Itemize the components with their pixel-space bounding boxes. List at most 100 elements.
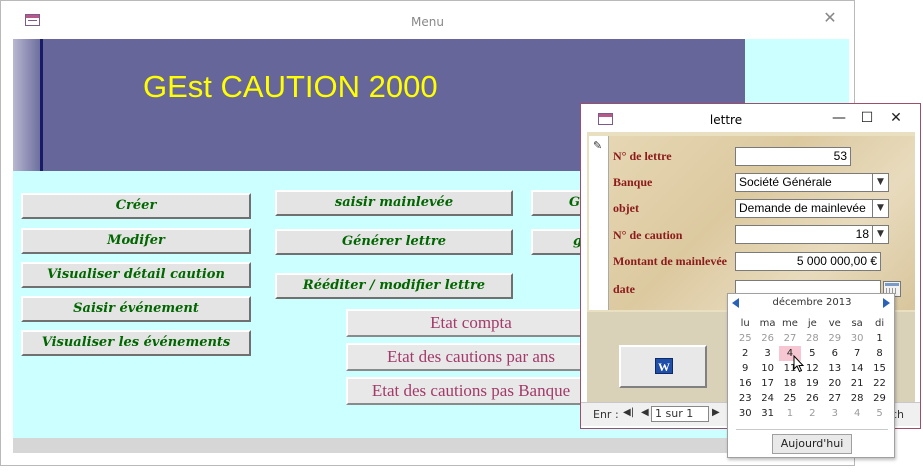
word-icon: W: [655, 358, 673, 374]
calendar-day[interactable]: 3: [756, 346, 778, 361]
calendar-day[interactable]: 16: [734, 376, 756, 391]
weekday-header-row: lu ma me je ve sa di: [734, 316, 891, 331]
calendar-day[interactable]: 28: [846, 391, 868, 406]
weekday-label: di: [874, 318, 885, 329]
numero-caution-label: N° de caution: [613, 228, 683, 242]
calendar-day[interactable]: 30: [846, 331, 868, 346]
detail-section: N° de lettre 53 Banque Société Générale …: [609, 136, 915, 310]
date-picker-popup: décembre 2013 lu ma me je ve sa di 25 26…: [727, 293, 895, 458]
calendar-day[interactable]: 8: [868, 346, 890, 361]
word-export-button[interactable]: W: [619, 345, 707, 388]
today-button[interactable]: Aujourd'hui: [772, 434, 852, 454]
week-row: 9 10 11 12 13 14 15: [734, 361, 891, 376]
next-record-icon[interactable]: ▶: [712, 407, 720, 418]
week-row: 2 3 4 5 6 7 8: [734, 346, 891, 361]
calendar-grid: lu ma me je ve sa di 25 26 27 28 29 30 1…: [734, 316, 891, 421]
calendar-day[interactable]: 31: [756, 406, 778, 421]
calendar-day[interactable]: 2: [734, 346, 756, 361]
calendar-day[interactable]: 27: [824, 391, 846, 406]
calendar-day[interactable]: 19: [801, 376, 823, 391]
weekday-label: lu: [740, 318, 750, 329]
calendar-day[interactable]: 27: [779, 331, 801, 346]
banque-label: Banque: [613, 175, 653, 189]
mouse-cursor-icon: [793, 355, 805, 373]
first-record-icon[interactable]: ◀|: [623, 407, 634, 418]
montant-label: Montant de mainlevée: [613, 254, 727, 268]
montant-field[interactable]: 5 000 000,00 €: [735, 252, 881, 271]
calendar-day[interactable]: 15: [868, 361, 890, 376]
calendar-day[interactable]: 5: [868, 406, 890, 421]
maximize-icon[interactable]: ☐: [857, 108, 877, 128]
calendar-day[interactable]: 13: [824, 361, 846, 376]
weekday-label: ma: [759, 318, 776, 329]
creer-button[interactable]: Créer: [21, 193, 251, 219]
calendar-day[interactable]: 2: [801, 406, 823, 421]
etat-cautions-par-banque-button[interactable]: Etat des cautions pas Banque: [346, 377, 596, 405]
visualiser-detail-caution-button[interactable]: Visualiser détail caution: [21, 262, 251, 288]
calendar-day[interactable]: 25: [779, 391, 801, 406]
previous-record-icon[interactable]: ◀: [641, 407, 649, 418]
calendar-day[interactable]: 23: [734, 391, 756, 406]
calendar-day[interactable]: 30: [734, 406, 756, 421]
generer-lettre-button[interactable]: Générer lettre: [275, 229, 513, 255]
calendar-day[interactable]: 22: [868, 376, 890, 391]
minimize-icon[interactable]: —: [829, 108, 849, 128]
calendar-day[interactable]: 26: [801, 391, 823, 406]
menu-titlebar[interactable]: Menu ✕: [1, 1, 854, 37]
etat-cautions-par-ans-button[interactable]: Etat des cautions par ans: [346, 343, 596, 371]
objet-label: objet: [613, 201, 639, 215]
banque-combo[interactable]: Société Générale: [735, 173, 873, 192]
lettre-titlebar[interactable]: lettre — ☐ ✕: [581, 104, 920, 132]
objet-combo[interactable]: Demande de mainlevée: [735, 199, 873, 218]
numero-lettre-label: N° de lettre: [613, 149, 672, 163]
calendar-day[interactable]: 14: [846, 361, 868, 376]
calendar-day[interactable]: 9: [734, 361, 756, 376]
calendar-day[interactable]: 28: [801, 331, 823, 346]
weekday-label: sa: [851, 318, 863, 329]
saisir-mainlevee-button[interactable]: saisir mainlevée: [275, 190, 513, 216]
calendar-day[interactable]: 29: [868, 391, 890, 406]
calendar-day[interactable]: 7: [846, 346, 868, 361]
lettre-window-title: lettre: [709, 113, 743, 127]
reediter-modifier-lettre-button[interactable]: Rééditer / modifier lettre: [275, 273, 513, 299]
etat-compta-button[interactable]: Etat compta: [346, 309, 596, 337]
next-month-icon[interactable]: [882, 297, 892, 309]
saisir-evenement-button[interactable]: Saisir événement: [21, 296, 251, 322]
weekday-label: me: [782, 318, 798, 329]
calendar-day[interactable]: 20: [824, 376, 846, 391]
objet-dropdown-icon[interactable]: ▼: [872, 199, 889, 218]
numero-caution-dropdown-icon[interactable]: ▼: [872, 225, 889, 244]
calendar-day[interactable]: 1: [868, 331, 890, 346]
record-nav-label: Enr :: [593, 408, 619, 421]
calendar-day[interactable]: 17: [756, 376, 778, 391]
divider: [736, 429, 888, 430]
calendar-day[interactable]: 26: [756, 331, 778, 346]
close-icon[interactable]: ✕: [821, 9, 839, 27]
week-row: 30 31 1 2 3 4 5: [734, 406, 891, 421]
calendar-day[interactable]: 10: [756, 361, 778, 376]
calendar-day[interactable]: 1: [779, 406, 801, 421]
calendar-day[interactable]: 21: [846, 376, 868, 391]
numero-lettre-field[interactable]: 53: [735, 147, 851, 166]
app-title: GEst CAUTION 2000: [143, 69, 438, 104]
calendar-day[interactable]: 18: [779, 376, 801, 391]
visualiser-evenements-button[interactable]: Visualiser les événements: [21, 330, 251, 356]
menu-window-title: Menu: [411, 15, 444, 29]
calendar-day[interactable]: 24: [756, 391, 778, 406]
week-row: 23 24 25 26 27 28 29: [734, 391, 891, 406]
menu-bottom-bar: [13, 438, 849, 453]
numero-caution-combo[interactable]: 18: [735, 225, 873, 244]
close-icon[interactable]: ✕: [886, 108, 906, 128]
calendar-day[interactable]: 29: [824, 331, 846, 346]
banque-dropdown-icon[interactable]: ▼: [872, 173, 889, 192]
calendar-day[interactable]: 25: [734, 331, 756, 346]
record-counter-field[interactable]: 1 sur 1: [651, 406, 709, 422]
month-label: décembre 2013: [772, 297, 852, 308]
record-selector[interactable]: ✎: [589, 136, 609, 310]
modifer-button[interactable]: Modifer: [21, 228, 251, 254]
calendar-day[interactable]: 3: [824, 406, 846, 421]
calendar-day[interactable]: 6: [824, 346, 846, 361]
week-row: 25 26 27 28 29 30 1: [734, 331, 891, 346]
calendar-day[interactable]: 4: [846, 406, 868, 421]
weekday-label: je: [807, 318, 817, 329]
